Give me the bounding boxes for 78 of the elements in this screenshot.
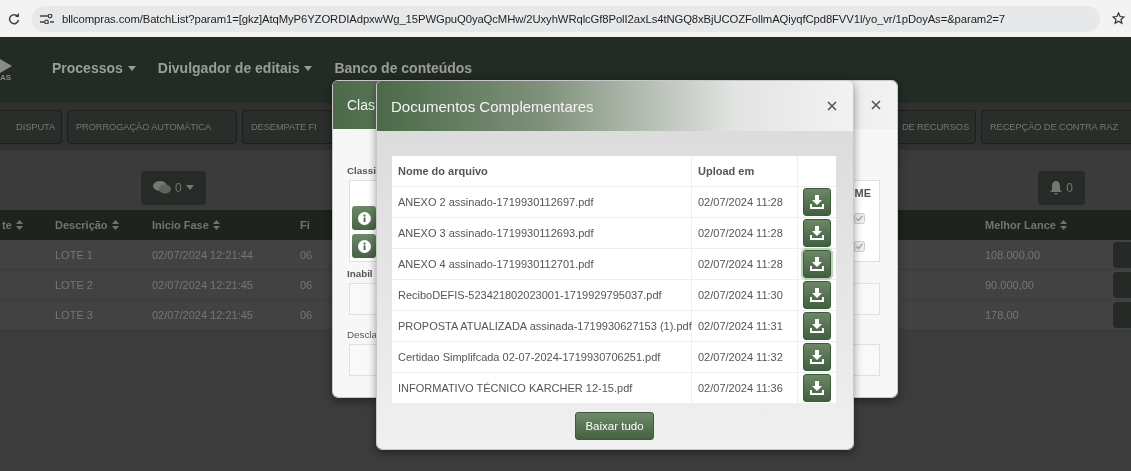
upload-date: 02/07/2024 11:28 — [692, 218, 798, 248]
sort-icon — [212, 220, 220, 230]
phase-tab[interactable]: DESEMPATE FI — [242, 109, 332, 144]
close-icon — [871, 100, 881, 110]
phase-tab[interactable]: PRORROGAÇÃO AUTOMÁTICA — [67, 109, 237, 144]
download-icon — [810, 226, 824, 240]
sort-icon — [15, 220, 23, 230]
section-label: Inabil — [347, 268, 373, 279]
upload-date: 02/07/2024 11:31 — [692, 311, 798, 341]
phase-tab[interactable]: RECEPÇÃO DE CONTRA RAZ — [981, 109, 1131, 144]
column-header: Nome do arquivo — [392, 156, 692, 186]
column-header: Upload em — [692, 156, 798, 186]
bell-icon — [1050, 180, 1063, 195]
download-icon — [810, 257, 824, 271]
checkbox[interactable] — [854, 240, 865, 252]
dialog-title: Documentos Complementares — [391, 97, 594, 115]
close-button[interactable] — [869, 98, 883, 112]
download-button[interactable] — [803, 312, 831, 340]
logo-text: AS — [0, 72, 12, 82]
download-icon — [810, 381, 824, 395]
download-button[interactable] — [803, 219, 831, 247]
sort-icon — [1059, 220, 1067, 230]
file-name: PROPOSTA ATUALIZADA assinada-1719930627153 (1).pdf — [392, 311, 692, 341]
logo-icon — [0, 58, 12, 73]
site-settings-icon[interactable] — [40, 13, 54, 24]
download-button[interactable] — [803, 343, 831, 371]
caret-icon — [127, 65, 136, 71]
file-name: ANEXO 4 assinado-1719930112701.pdf — [392, 249, 692, 279]
download-button[interactable] — [803, 374, 831, 402]
info-button[interactable] — [352, 234, 376, 258]
download-all-button[interactable]: Baixar tudo — [575, 412, 654, 440]
download-icon — [810, 195, 824, 209]
info-button[interactable] — [352, 206, 376, 230]
section-label: Classi — [347, 165, 376, 176]
dialog-title: Clas — [347, 97, 375, 113]
phase-tab[interactable]: DISPUTA — [0, 109, 62, 144]
upload-date: 02/07/2024 11:32 — [692, 342, 798, 372]
column-header: ME — [854, 186, 871, 199]
column-header[interactable]: Melhor Lance — [975, 210, 1105, 240]
star-icon[interactable] — [1112, 12, 1125, 25]
download-button[interactable] — [803, 281, 831, 309]
file-name: ANEXO 2 assinado-1719930112697.pdf — [392, 187, 692, 217]
upload-date: 02/07/2024 11:28 — [692, 249, 798, 279]
file-name: ANEXO 3 assinado-1719930112693.pdf — [392, 218, 692, 248]
chat-icon — [153, 181, 171, 194]
address-bar[interactable]: bllcompras.com/BatchList?param1=[gkz]AtqMyP6YZORDIAdpxwWg_15PWGpuQ0yaQcMHw/2UxyhWRqlcGf8PolI2axLs4tNGQ8xBjUCOZFollmAQiyqfCpd8FVV1l/yo_vr/1pDoyAs=&param2=7 — [32, 5, 1100, 32]
close-button[interactable] — [825, 99, 839, 113]
upload-date: 02/07/2024 11:28 — [692, 187, 798, 217]
download-icon — [810, 319, 824, 333]
info-icon — [357, 239, 371, 253]
section-label: Descla — [347, 329, 377, 340]
nav-menu[interactable]: Processos — [44, 60, 136, 76]
column-header[interactable]: te — [0, 210, 45, 240]
close-icon — [827, 101, 837, 111]
caret-icon — [304, 65, 313, 71]
phase-tab[interactable]: DE RECURSOS — [898, 109, 976, 144]
download-button[interactable] — [803, 250, 831, 278]
column-header[interactable]: Inicio Fase — [142, 210, 290, 240]
download-button[interactable] — [803, 188, 831, 216]
notifications-button[interactable]: 0 — [1038, 170, 1085, 205]
caret-icon — [185, 185, 194, 190]
checkbox[interactable] — [854, 212, 865, 224]
upload-date: 02/07/2024 11:30 — [692, 280, 798, 310]
download-icon — [810, 288, 824, 302]
file-name: INFORMATIVO TÉCNICO KARCHER 12-15.pdf — [392, 373, 692, 403]
nav-menu[interactable]: Banco de conteúdos — [326, 60, 473, 76]
column-header[interactable]: Fi — [290, 210, 332, 240]
messages-button[interactable]: 0 — [141, 170, 206, 205]
file-name: ReciboDEFIS-523421802023001-1719929795037.pdf — [392, 280, 692, 310]
upload-date: 02/07/2024 11:36 — [692, 373, 798, 403]
column-header[interactable]: Descrição — [45, 210, 142, 240]
download-icon — [810, 350, 824, 364]
file-name: Certidao Simplifcada 02-07-2024-1719930706251.pdf — [392, 342, 692, 372]
info-icon — [357, 211, 371, 225]
url-text: bllcompras.com/BatchList?param1=[gkz]AtqMyP6YZORDIAdpxwWg_15PWGpuQ0yaQcMHw/2UxyhWRqlcGf8PolI2axLs4tNGQ8xBjUCOZFollmAQiyqfCpd8FVV1l/yo_vr/1pDoyAs=&param2=7 — [62, 12, 1005, 25]
nav-menu[interactable]: Divulgador de editais — [149, 60, 313, 76]
reload-icon[interactable] — [8, 12, 20, 25]
sort-icon — [111, 220, 119, 230]
